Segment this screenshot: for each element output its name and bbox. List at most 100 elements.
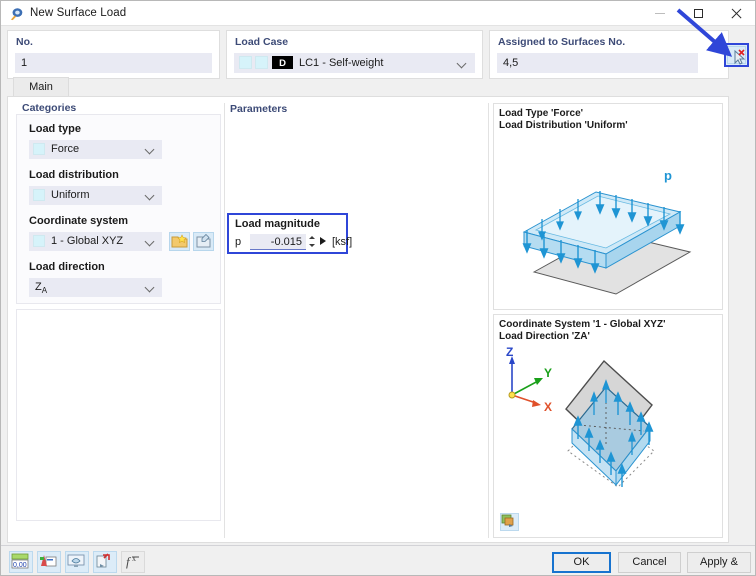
load-type-preview: Load Type 'Force' Load Distribution 'Uni… xyxy=(493,103,723,310)
preview-divider xyxy=(488,103,489,538)
minimize-icon xyxy=(655,13,665,14)
load-magnitude-stepper[interactable] xyxy=(309,236,316,248)
load-case-value: LC1 - Self-weight xyxy=(299,57,384,69)
load-direction-subscript: A xyxy=(41,286,48,296)
tab-main[interactable]: Main xyxy=(13,77,69,97)
select-surfaces-button[interactable] xyxy=(724,43,749,67)
info-icon xyxy=(96,553,110,568)
info-button[interactable] xyxy=(93,551,117,573)
no-label: No. xyxy=(16,36,33,48)
color-swatch-icon xyxy=(255,56,268,69)
load-magnitude-value: -0.015 xyxy=(270,236,302,248)
maximize-button[interactable] xyxy=(681,1,715,26)
load-distribution-label: Load distribution xyxy=(29,169,119,181)
load-type-value: Force xyxy=(51,143,80,155)
load-case-label: Load Case xyxy=(235,36,289,48)
load-magnitude-group: Load magnitude p -0.015 [ksf] xyxy=(227,213,352,254)
maximize-icon xyxy=(693,9,703,18)
categories-title: Categories xyxy=(22,102,77,114)
stepper-down-icon xyxy=(309,244,315,247)
visibility-button[interactable] xyxy=(65,551,89,573)
chevron-down-icon xyxy=(458,59,467,68)
edit-folder-icon xyxy=(196,233,211,248)
tab-strip: Main xyxy=(7,77,729,97)
load-direction-combobox[interactable]: ZA xyxy=(29,278,162,297)
svg-text:0,00: 0,00 xyxy=(13,562,27,569)
surface-load-diagram: p xyxy=(522,168,692,295)
close-button[interactable] xyxy=(719,1,753,26)
load-type-preview-caption: Load Type 'Force' Load Distribution 'Uni… xyxy=(499,108,628,131)
display-properties-icon xyxy=(40,555,57,567)
categories-empty-card xyxy=(16,309,221,521)
apply-next-button[interactable]: Apply & Next xyxy=(687,552,751,573)
main-panel: Categories Load type Force Load distribu… xyxy=(7,96,729,543)
chevron-down-icon xyxy=(146,145,155,154)
close-icon xyxy=(731,8,742,19)
load-direction-value: Z xyxy=(35,281,42,293)
load-symbol-label: p xyxy=(664,168,672,183)
chevron-down-icon xyxy=(146,283,155,292)
formula-button[interactable]: f x xyxy=(121,551,145,573)
chevron-down-icon xyxy=(146,191,155,200)
load-magnitude-symbol: p xyxy=(235,236,242,248)
new-folder-icon xyxy=(171,234,188,248)
load-type-combobox[interactable]: Force xyxy=(29,140,162,159)
edit-coordinate-system-button[interactable] xyxy=(193,232,214,251)
stepper-up-icon xyxy=(309,236,315,239)
axis-z-label: Z xyxy=(506,347,513,359)
title-bar: New Surface Load xyxy=(1,1,755,26)
cancel-button[interactable]: Cancel xyxy=(618,552,681,573)
minimize-button[interactable] xyxy=(643,1,677,26)
coordinate-system-combobox[interactable]: 1 - Global XYZ xyxy=(29,232,162,251)
color-swatch-icon xyxy=(33,235,45,247)
load-distribution-value: Uniform xyxy=(51,189,90,201)
new-surface-load-dialog: New Surface Load No. 1 Load Case D LC1 -… xyxy=(0,0,756,576)
coordinate-system-preview-caption: Coordinate System '1 - Global XYZ' Load … xyxy=(499,319,666,342)
select-surfaces-button-inner xyxy=(727,46,746,65)
load-magnitude-more-icon[interactable] xyxy=(320,237,326,245)
load-type-label: Load type xyxy=(29,123,81,135)
ok-button[interactable]: OK xyxy=(552,552,611,573)
load-distribution-combobox[interactable]: Uniform xyxy=(29,186,162,205)
coordinate-system-preview: Coordinate System '1 - Global XYZ' Load … xyxy=(493,314,723,538)
assigned-surfaces-label: Assigned to Surfaces No. xyxy=(498,36,626,48)
no-field[interactable]: 1 xyxy=(15,53,212,73)
load-case-combobox[interactable]: D LC1 - Self-weight xyxy=(234,53,475,73)
axis-x-label: X xyxy=(544,400,552,414)
categories-card: Load type Force Load distribution Unifor… xyxy=(16,114,221,304)
new-coordinate-system-button[interactable] xyxy=(169,232,190,251)
render-settings-button[interactable] xyxy=(500,513,519,531)
load-direction-value-wrap: ZA xyxy=(35,281,47,295)
parameters-title: Parameters xyxy=(230,103,288,115)
render-settings-icon xyxy=(501,514,514,527)
panel-divider xyxy=(224,103,225,538)
color-swatch-icon xyxy=(239,56,252,69)
axis-y-label: Y xyxy=(544,366,552,380)
window-title: New Surface Load xyxy=(30,7,127,19)
load-case-badge: D xyxy=(272,56,293,69)
color-swatch-icon xyxy=(33,189,45,201)
no-value: 1 xyxy=(21,57,28,69)
load-magnitude-unit: [ksf] xyxy=(332,236,353,248)
app-icon xyxy=(10,8,23,21)
assigned-surfaces-group: Assigned to Surfaces No. 4,5 xyxy=(489,30,729,79)
no-group: No. 1 xyxy=(7,30,220,79)
load-magnitude-label: Load magnitude xyxy=(235,218,320,230)
display-properties-button[interactable] xyxy=(37,551,61,573)
coordinate-system-label: Coordinate system xyxy=(29,215,129,227)
load-case-group: Load Case D LC1 - Self-weight xyxy=(226,30,483,79)
load-direction-diagram: Z Y X xyxy=(506,347,655,488)
formula-icon: f x xyxy=(126,554,139,569)
units-and-decimal-places-button[interactable]: 0,00 xyxy=(9,551,33,573)
pick-cursor-icon xyxy=(734,49,746,65)
units-icon: 0,00 xyxy=(11,553,29,569)
assigned-surfaces-value: 4,5 xyxy=(503,57,519,69)
coordinate-system-value: 1 - Global XYZ xyxy=(51,235,124,247)
color-swatch-icon xyxy=(33,143,45,155)
visibility-icon xyxy=(67,554,85,567)
svg-text:x: x xyxy=(132,554,136,563)
chevron-down-icon xyxy=(146,237,155,246)
assigned-surfaces-field[interactable]: 4,5 xyxy=(497,53,698,73)
load-magnitude-input[interactable]: -0.015 xyxy=(250,234,306,250)
load-direction-label: Load direction xyxy=(29,261,105,273)
